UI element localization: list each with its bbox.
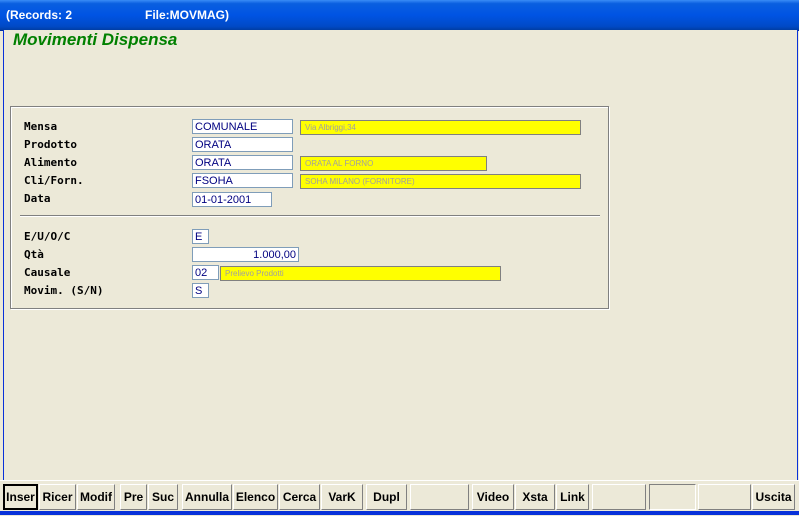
pre-button[interactable]: Pre <box>120 484 147 510</box>
label-prodotto: Prodotto <box>24 138 77 151</box>
qta-field[interactable]: 1.000,00 <box>192 247 299 262</box>
uscita-button[interactable]: Uscita <box>752 484 795 510</box>
dupl-button[interactable]: Dupl <box>366 484 407 510</box>
empty-button-2[interactable] <box>592 484 646 510</box>
vark-button[interactable]: VarK <box>321 484 363 510</box>
window-bottom-border <box>0 511 799 515</box>
modif-button[interactable]: Modif <box>77 484 115 510</box>
form-title: Movimenti Dispensa <box>13 30 178 49</box>
cliforn-field[interactable]: FSOHA <box>192 173 293 188</box>
mensa-field[interactable]: COMUNALE <box>192 119 293 134</box>
label-alimento: Alimento <box>24 156 77 169</box>
causale-description: Prelievo Prodotti <box>220 266 501 281</box>
alimento-field[interactable]: ORATA <box>192 155 293 170</box>
xsta-button[interactable]: Xsta <box>515 484 555 510</box>
label-qta: Qtà <box>24 248 44 261</box>
causale-field[interactable]: 02 <box>192 265 219 280</box>
data-field[interactable]: 01-01-2001 <box>192 192 272 207</box>
records-count: (Records: 2 <box>6 8 73 22</box>
empty-button-4[interactable] <box>698 484 751 510</box>
elenco-button[interactable]: Elenco <box>233 484 278 510</box>
movim-field[interactable]: S <box>192 283 209 298</box>
link-button[interactable]: Link <box>556 484 589 510</box>
video-button[interactable]: Video <box>472 484 514 510</box>
label-data: Data <box>24 192 51 205</box>
empty-button-1[interactable] <box>410 484 469 510</box>
group-separator <box>20 215 600 217</box>
suc-button[interactable]: Suc <box>148 484 178 510</box>
prodotto-field[interactable]: ORATA <box>192 137 293 152</box>
inser-button[interactable]: Inser <box>3 484 38 510</box>
annulla-button[interactable]: Annulla <box>182 484 232 510</box>
label-cliforn: Cli/Forn. <box>24 174 84 187</box>
file-name: File:MOVMAG) <box>145 8 229 22</box>
empty-button-3[interactable] <box>649 484 696 510</box>
label-euoc: E/U/O/C <box>24 230 71 243</box>
label-causale: Causale <box>24 266 71 279</box>
ricer-button[interactable]: Ricer <box>39 484 76 510</box>
label-movim: Movim. (S/N) <box>24 284 104 297</box>
title-bar: (Records: 2 File:MOVMAG) <box>0 0 799 31</box>
cliforn-description: SOHA MILANO (FORNITORE) <box>300 174 581 189</box>
euoc-field[interactable]: E <box>192 229 209 244</box>
mensa-description: Via Albriggi,34 <box>300 120 581 135</box>
cerca-button[interactable]: Cerca <box>279 484 320 510</box>
alimento-description: ORATA AL FORNO <box>300 156 487 171</box>
label-mensa: Mensa <box>24 120 58 133</box>
